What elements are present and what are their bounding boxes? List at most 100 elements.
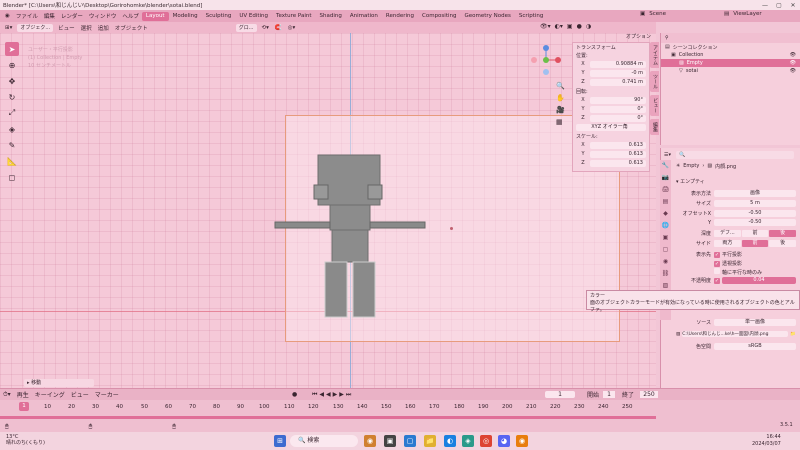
cursor-tool-icon[interactable]: ⊕ xyxy=(5,58,19,72)
tab-compositing[interactable]: Compositing xyxy=(418,12,460,21)
playhead[interactable]: 1 xyxy=(19,402,29,411)
depth-front-button[interactable]: 前 xyxy=(741,230,769,237)
close-button[interactable]: ✕ xyxy=(786,0,800,10)
menu-file[interactable]: ファイル xyxy=(13,12,41,20)
location-z-field[interactable]: 0.741 m xyxy=(590,78,646,86)
eye-icon[interactable]: 👁 xyxy=(790,60,796,66)
record-icon[interactable]: ● xyxy=(292,391,297,398)
output-tab-icon[interactable]: 🖨 xyxy=(662,186,670,194)
location-x-field[interactable]: 0.90884 m xyxy=(590,60,646,68)
discord-icon[interactable]: ◕ xyxy=(498,435,510,447)
menu-marker[interactable]: マーカー xyxy=(92,390,122,399)
colorspace-dropdown[interactable]: sRGB xyxy=(714,343,796,350)
annotate-tool-icon[interactable]: ✎ xyxy=(5,138,19,152)
properties-icon[interactable]: ☰▾ xyxy=(664,152,671,158)
world-tab-icon[interactable]: 🌐 xyxy=(662,222,670,230)
camera-view-icon[interactable]: 🎥 xyxy=(556,106,565,114)
object-tab-icon[interactable]: ▢ xyxy=(662,246,670,254)
tab-scripting[interactable]: Scripting xyxy=(515,12,547,21)
tab-geometry-nodes[interactable]: Geometry Nodes xyxy=(460,12,514,21)
menu-help[interactable]: ヘルプ xyxy=(119,12,142,20)
store-icon[interactable]: ◈ xyxy=(462,435,474,447)
tab-shading[interactable]: Shading xyxy=(316,12,346,21)
minimize-button[interactable]: — xyxy=(758,0,772,10)
zoom-icon[interactable]: 🔍 xyxy=(556,82,565,90)
taskbar-search[interactable]: 🔍 検索 xyxy=(290,435,358,447)
eye-icon[interactable]: 👁 xyxy=(790,68,796,74)
transform-header[interactable]: トランスフォーム xyxy=(573,43,649,51)
tab-sculpting[interactable]: Sculpting xyxy=(202,12,236,21)
constraints-tab-icon[interactable]: ⛓ xyxy=(662,270,670,278)
mode-dropdown[interactable]: オブジェク... xyxy=(17,23,54,32)
shading-material-icon[interactable]: ◑ xyxy=(586,23,591,30)
snap-icon[interactable]: 🧲 xyxy=(272,25,285,31)
rotation-z-row[interactable]: Z 0° xyxy=(576,114,646,122)
menu-edit[interactable]: 編集 xyxy=(41,12,58,20)
location-y-field[interactable]: -0 m xyxy=(590,69,646,77)
view-layer-tab-icon[interactable]: ▤ xyxy=(662,198,670,206)
tab-edit[interactable]: 編集 xyxy=(650,119,659,135)
edge-icon[interactable]: ◐ xyxy=(444,435,456,447)
last-operator-panel[interactable]: ▸ 移動 xyxy=(24,379,94,387)
windows-start-icon[interactable]: ⊞ xyxy=(274,435,286,447)
maximize-button[interactable]: ▢ xyxy=(772,0,786,10)
size-field[interactable]: 5 m xyxy=(714,200,796,207)
pan-hand-icon[interactable]: ✋ xyxy=(556,94,565,102)
rotate-tool-icon[interactable]: ↻ xyxy=(5,90,19,104)
axis-aligned-checkbox[interactable] xyxy=(714,267,720,274)
scale-y-field[interactable]: 0.613 xyxy=(590,150,646,158)
current-frame-field[interactable]: 1 xyxy=(545,391,575,398)
render-tab-icon[interactable]: 📷 xyxy=(662,174,670,182)
scale-x-field[interactable]: 0.613 xyxy=(590,141,646,149)
depth-default-button[interactable]: デフ... xyxy=(714,230,741,237)
location-y-row[interactable]: Y -0 m xyxy=(576,69,646,77)
clock-icon[interactable]: ⏱▾ xyxy=(0,391,14,399)
opacity-checkbox[interactable]: ✓ xyxy=(714,277,720,284)
eye-icon[interactable]: 👁 xyxy=(790,52,796,58)
blender-app-icon[interactable]: ◉ xyxy=(516,435,528,447)
file-path-field[interactable]: C:\Users\和じんじ...ke\h一面図\内顔.png xyxy=(682,331,789,337)
menu-render[interactable]: レンダー xyxy=(58,12,86,20)
chrome-icon[interactable]: ◎ xyxy=(480,435,492,447)
properties-search[interactable]: 🔍 xyxy=(676,150,794,159)
measure-tool-icon[interactable]: 📐 xyxy=(5,154,19,168)
timeline-ruler[interactable]: 1 10 20 30 40 50 60 70 80 90 100 110 120… xyxy=(0,402,656,412)
tab-texture-paint[interactable]: Texture Paint xyxy=(272,12,316,21)
side-front-button[interactable]: 前 xyxy=(741,240,769,247)
tab-tool[interactable]: ツール xyxy=(650,71,659,92)
folder-icon[interactable]: 📁 xyxy=(790,332,796,337)
editor-type-icon[interactable]: ⊞▾ xyxy=(2,25,15,31)
tab-view[interactable]: ビュー xyxy=(650,95,659,116)
explorer-icon[interactable]: 📁 xyxy=(424,435,436,447)
options-dropdown[interactable]: オプション xyxy=(626,33,651,40)
blender-logo-icon[interactable]: ◉ xyxy=(2,13,13,19)
robot-model[interactable] xyxy=(270,150,430,325)
shading-solid-icon[interactable]: ● xyxy=(577,23,582,30)
rotation-mode-dropdown[interactable]: XYZ オイラー角 xyxy=(576,123,646,131)
end-frame-field[interactable]: 250 xyxy=(640,391,658,398)
data-tab-icon[interactable]: ▨ xyxy=(662,282,670,290)
display-dropdown[interactable]: 画像 xyxy=(714,190,796,197)
outliner-item-sotai[interactable]: ▽ sotai 👁 xyxy=(661,67,800,75)
transform-tool-icon[interactable]: ◈ xyxy=(5,122,19,136)
scale-z-field[interactable]: 0.613 xyxy=(590,159,646,167)
rotation-z-field[interactable]: 0° xyxy=(590,114,646,122)
rotation-x-field[interactable]: 90° xyxy=(590,96,646,104)
filter-icon[interactable]: ⚲ xyxy=(665,35,669,41)
transform-orientation-dropdown[interactable]: グロ... xyxy=(235,23,257,32)
view-layer-selector[interactable]: ▤ ViewLayer xyxy=(724,11,762,17)
proportional-icon[interactable]: ◎▾ xyxy=(285,25,299,31)
menu-view[interactable]: ビュー xyxy=(55,24,78,32)
rotation-y-row[interactable]: Y 0° xyxy=(576,105,646,113)
collection-tab-icon[interactable]: ▣ xyxy=(662,234,670,242)
xray-icon[interactable]: ▣ xyxy=(567,23,573,30)
location-z-row[interactable]: Z 0.741 m xyxy=(576,78,646,86)
opacity-field[interactable]: 0.04 xyxy=(722,277,796,284)
menu-timeline-view[interactable]: ビュー xyxy=(68,390,92,399)
rotation-y-field[interactable]: 0° xyxy=(590,105,646,113)
outliner-item-collection[interactable]: ▣ Collection 👁 xyxy=(661,51,800,59)
offset-x-field[interactable]: -0.50 xyxy=(714,210,796,217)
empty-section-header[interactable]: ▾ エンプティ xyxy=(676,178,705,185)
grid-view-icon[interactable]: ▦ xyxy=(556,118,565,126)
scene-collection-row[interactable]: ▤ シーンコレクション xyxy=(661,43,800,51)
